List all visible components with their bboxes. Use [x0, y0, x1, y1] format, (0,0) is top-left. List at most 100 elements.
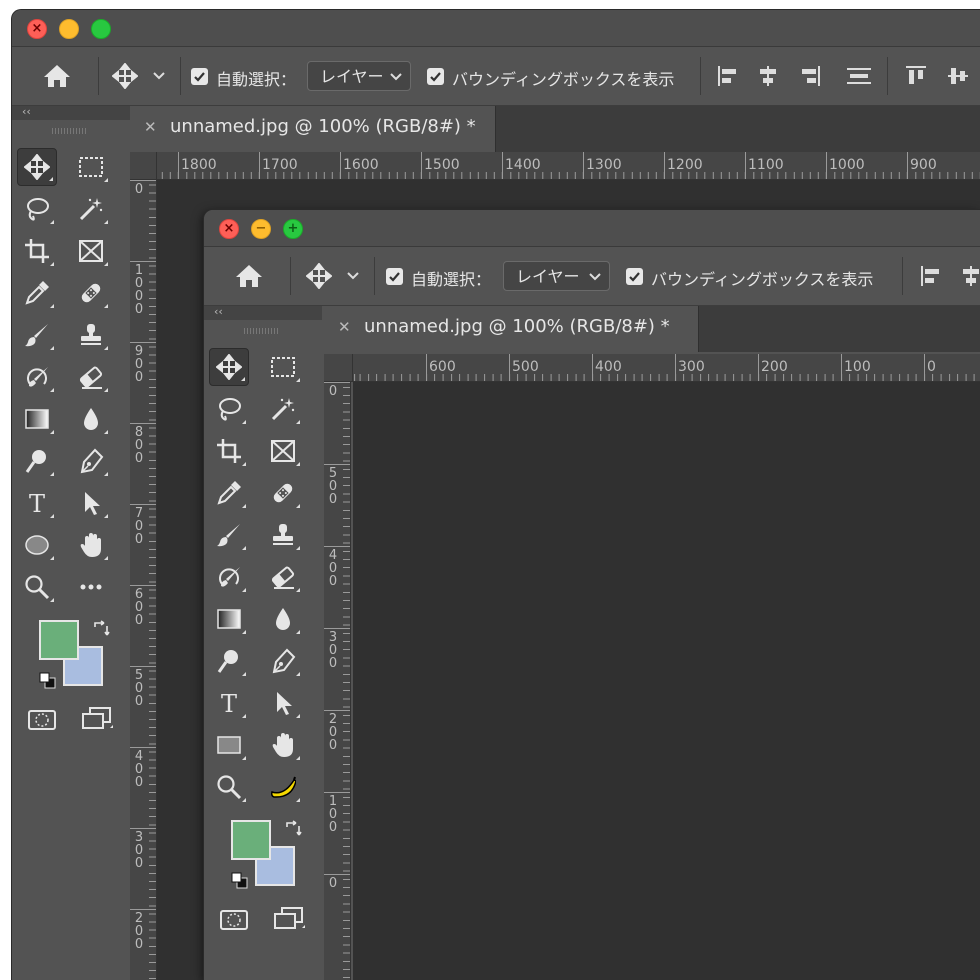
quick-mask-icon[interactable]	[26, 708, 58, 732]
ruler-origin[interactable]	[130, 152, 157, 180]
default-colors-icon[interactable]	[39, 672, 57, 690]
auto-select-label: 自動選択：	[216, 70, 297, 89]
history-brush-icon	[27, 367, 48, 387]
ruler-major-tick	[130, 666, 156, 667]
document-tab[interactable]: ✕ unnamed.jpg @ 100% (RGB/8#) *	[130, 106, 496, 152]
stamp-tool[interactable]	[263, 516, 303, 554]
eyedropper-tool[interactable]	[17, 274, 57, 312]
lasso-tool[interactable]	[17, 190, 57, 228]
chevron-down-icon[interactable]	[153, 72, 165, 80]
zoom-tool[interactable]	[17, 568, 57, 606]
history-brush-tool[interactable]	[17, 358, 57, 396]
minimize-icon[interactable]: −	[251, 219, 271, 239]
zoom-icon[interactable]	[91, 19, 111, 39]
magic-wand-tool[interactable]	[263, 390, 303, 428]
eraser-tool[interactable]	[263, 558, 303, 596]
collapse-label: ‹‹	[214, 305, 223, 318]
close-icon[interactable]: ×	[219, 219, 239, 239]
home-icon[interactable]	[235, 263, 263, 289]
gradient-tool[interactable]	[209, 600, 249, 638]
quick-mask-icon[interactable]	[218, 908, 250, 932]
default-colors-icon[interactable]	[231, 872, 249, 890]
align-top-icon[interactable]	[905, 65, 927, 87]
swap-colors-icon[interactable]	[284, 820, 302, 838]
stamp-tool[interactable]	[71, 316, 111, 354]
minimize-icon[interactable]	[59, 19, 79, 39]
home-icon[interactable]	[43, 63, 71, 89]
align-left-icon[interactable]	[920, 265, 942, 287]
crop-tool[interactable]	[17, 232, 57, 270]
close-tab-icon[interactable]: ✕	[144, 118, 157, 136]
auto-select-checkbox[interactable]	[386, 268, 403, 285]
auto-select-label: 自動選択：	[411, 270, 492, 289]
swap-colors-icon[interactable]	[92, 620, 110, 638]
canvas-area[interactable]	[353, 382, 980, 980]
align-left-icon[interactable]	[717, 65, 739, 87]
auto-select-checkbox[interactable]	[191, 68, 208, 85]
move-tool-icon[interactable]	[112, 63, 138, 89]
dodge-tool[interactable]	[17, 442, 57, 480]
close-tab-icon[interactable]: ✕	[338, 318, 351, 336]
frame-tool[interactable]	[263, 432, 303, 470]
healing-tool[interactable]	[263, 474, 303, 512]
screen-mode-icon[interactable]	[80, 706, 114, 732]
more-tool[interactable]	[71, 568, 111, 606]
type-tool[interactable]: T	[17, 484, 57, 522]
eyedropper-tool[interactable]	[209, 474, 249, 512]
crop-tool[interactable]	[209, 432, 249, 470]
blur-tool[interactable]	[71, 400, 111, 438]
gradient-tool[interactable]	[17, 400, 57, 438]
magic-wand-tool[interactable]	[71, 190, 111, 228]
path-select-tool[interactable]	[263, 684, 303, 722]
document-tab[interactable]: ✕ unnamed.jpg @ 100% (RGB/8#) *	[324, 306, 699, 352]
zoom-tool[interactable]	[209, 768, 249, 806]
align-hcenter-icon[interactable]	[757, 65, 779, 87]
ruler-origin[interactable]	[324, 354, 353, 382]
path-select-tool[interactable]	[71, 484, 111, 522]
align-hcenter-icon[interactable]	[960, 265, 980, 287]
ruler-label: 100	[328, 794, 338, 835]
move-tool[interactable]	[17, 148, 57, 186]
bounding-box-checkbox[interactable]	[626, 268, 643, 285]
lasso-tool[interactable]	[209, 390, 249, 428]
brush-tool[interactable]	[17, 316, 57, 354]
banana-tool[interactable]	[263, 768, 303, 806]
move-tool[interactable]	[209, 348, 249, 386]
move-tool-icon[interactable]	[306, 263, 332, 289]
screen-mode-icon[interactable]	[272, 906, 306, 932]
close-icon[interactable]: ×	[27, 19, 47, 39]
pen-tool[interactable]	[263, 642, 303, 680]
foreground-color-swatch[interactable]	[39, 620, 79, 660]
ruler-ticks	[149, 152, 156, 980]
blur-tool[interactable]	[263, 600, 303, 638]
rectangle-tool[interactable]	[209, 726, 249, 764]
eraser-tool[interactable]	[71, 358, 111, 396]
panel-collapse-bar[interactable]: ‹‹	[204, 306, 322, 320]
dodge-tool[interactable]	[209, 642, 249, 680]
brush-tool[interactable]	[209, 516, 249, 554]
marquee-tool[interactable]	[71, 148, 111, 186]
ellipse-tool[interactable]	[17, 526, 57, 564]
align-right-icon[interactable]	[799, 65, 821, 87]
auto-select-target-dropdown[interactable]: レイヤー	[307, 61, 411, 91]
type-tool[interactable]: T	[209, 684, 249, 722]
align-vcenter-icon[interactable]	[947, 65, 969, 87]
panel-grip[interactable]	[52, 128, 86, 134]
marquee-tool[interactable]	[263, 348, 303, 386]
bounding-box-checkbox[interactable]	[427, 68, 444, 85]
auto-select-target-dropdown[interactable]: レイヤー	[503, 261, 610, 291]
panel-collapse-bar[interactable]: ‹‹	[12, 106, 130, 120]
history-brush-tool[interactable]	[209, 558, 249, 596]
foreground-color-swatch[interactable]	[231, 820, 271, 860]
panel-grip[interactable]	[244, 328, 278, 334]
crop-icon	[217, 439, 241, 463]
hand-tool[interactable]	[71, 526, 111, 564]
pen-tool[interactable]	[71, 442, 111, 480]
chevron-down-icon[interactable]	[347, 272, 359, 280]
healing-tool[interactable]	[71, 274, 111, 312]
frame-tool[interactable]	[71, 232, 111, 270]
hand-tool[interactable]	[263, 726, 303, 764]
distribute-vertical-icon[interactable]	[846, 65, 872, 87]
ruler-major-tick	[421, 152, 422, 179]
zoom-icon[interactable]: +	[283, 219, 303, 239]
